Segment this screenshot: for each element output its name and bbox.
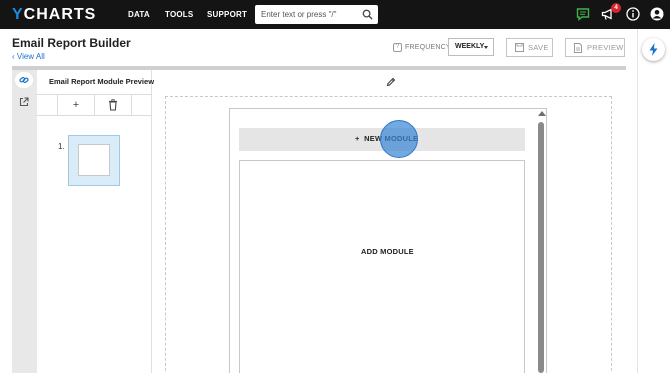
search-input[interactable] [255,5,359,24]
view-all-link[interactable]: ‹ View All [12,52,45,62]
top-navigation-bar: YCHARTS DATA TOOLS SUPPORT 4 [0,0,670,29]
info-icon[interactable] [626,7,640,21]
notification-count-badge: 4 [611,3,621,13]
frequency-value: WEEKLY [455,43,485,50]
frequency-select[interactable]: WEEKLY [448,38,494,56]
help-icon[interactable]: ? [393,43,402,52]
chat-icon[interactable] [576,7,590,21]
toolbar-divider [94,94,95,116]
toolbar-divider [57,94,58,116]
add-module-dropzone[interactable] [239,160,525,373]
preview-panel-title: Email Report Module Preview [49,77,155,86]
document-icon [574,43,582,53]
link-icon [19,77,29,83]
add-module-label: ADD MODULE [361,247,414,256]
trash-icon[interactable] [106,98,120,112]
link-rail-button[interactable] [15,72,33,88]
save-icon [515,43,524,52]
preview-button[interactable]: PREVIEW [565,38,625,57]
save-button[interactable]: SAVE [506,38,553,57]
page-title: Email Report Builder [12,36,131,50]
nav-link-tools[interactable]: TOOLS [165,10,193,20]
preview-label: PREVIEW [587,43,624,52]
module-number: 1. [58,142,65,151]
nav-link-data[interactable]: DATA [128,10,150,20]
search-icon[interactable] [362,9,373,20]
view-all-label: View All [16,52,45,61]
toolbar-divider [131,94,132,116]
click-indicator [380,120,418,158]
ycharts-logo[interactable]: YCHARTS [12,6,96,23]
external-link-icon[interactable] [19,97,29,107]
caret-down-icon [484,46,488,49]
nav-link-support[interactable]: SUPPORT [207,10,247,20]
right-rail [637,29,670,373]
left-rail [12,70,37,373]
lightning-bolt-icon [649,43,658,56]
scroll-up-arrow-icon[interactable] [538,111,546,116]
user-icon[interactable] [650,7,664,21]
scrollbar-thumb[interactable] [538,122,544,373]
plus-icon: + [355,134,360,143]
frequency-label: FREQUENCY: [405,44,453,51]
pencil-icon[interactable] [386,77,396,87]
module-thumbnail-page [78,144,110,176]
search-box [255,5,378,24]
save-label: SAVE [528,43,549,52]
add-module-button[interactable]: + [69,98,83,112]
quick-actions-button[interactable] [642,38,665,61]
